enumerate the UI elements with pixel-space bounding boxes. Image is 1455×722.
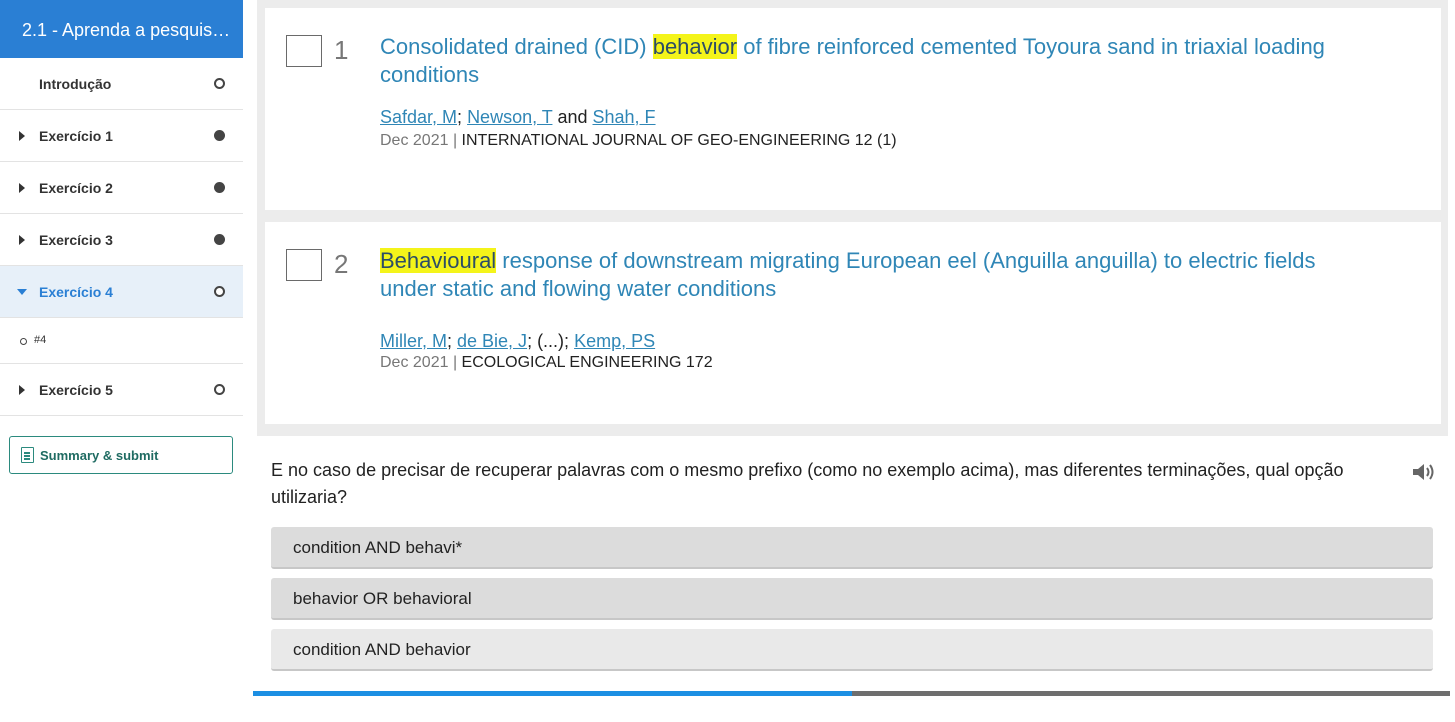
result-title: Behavioural response of downstream migra… <box>380 247 1340 303</box>
sidebar-item-exercicio-1[interactable]: Exercício 1 <box>0 110 243 162</box>
highlighted-term: behavior <box>652 34 738 59</box>
caret-right-icon <box>19 183 25 193</box>
caret-down-icon <box>17 289 27 295</box>
summary-submit-label: Summary & submit <box>40 448 159 463</box>
sidebar-item-label: Exercício 4 <box>39 284 113 300</box>
sidebar-subitem-label: #4 <box>34 334 47 346</box>
result-card: 2 Behavioural response of downstream mig… <box>265 222 1441 424</box>
answer-option-1[interactable]: condition AND behavi* <box>271 527 1433 569</box>
author-link: Shah, F <box>592 107 656 127</box>
document-icon <box>21 447 34 463</box>
status-filled-icon <box>214 182 225 193</box>
result-number: 1 <box>334 35 349 65</box>
result-source: Dec 2021 | INTERNATIONAL JOURNAL OF GEO-… <box>380 132 897 149</box>
result-authors: Miller, M; de Bie, J; (...); Kemp, PS <box>380 331 655 352</box>
result-card: 1 Consolidated drained (CID) behavior of… <box>265 8 1441 210</box>
title-text: Consolidated drained (CID) <box>380 34 653 59</box>
title-text: response of downstream migrating Europea… <box>380 248 1316 301</box>
status-empty-icon <box>214 286 225 297</box>
author-link: Safdar, M <box>380 107 458 127</box>
result-title: Consolidated drained (CID) behavior of f… <box>380 33 1340 89</box>
author-separator: and <box>552 107 593 127</box>
question-text: E no caso de precisar de recuperar palav… <box>271 460 1344 507</box>
answer-option-3[interactable]: condition AND behavior <box>271 629 1433 671</box>
author-separator: ; <box>457 107 468 127</box>
sidebar-item-label: Exercício 1 <box>39 128 113 144</box>
author-link: de Bie, J <box>457 331 528 351</box>
result-number: 2 <box>334 249 349 279</box>
result-checkbox <box>286 35 322 67</box>
sidebar-item-label: Exercício 5 <box>39 382 113 398</box>
sidebar-title: 2.1 - Aprenda a pesquis… <box>0 0 243 58</box>
status-filled-icon <box>214 130 225 141</box>
result-checkbox <box>286 249 322 281</box>
status-filled-icon <box>214 234 225 245</box>
result-journal: ECOLOGICAL ENGINEERING 172 <box>461 354 713 371</box>
sidebar-item-exercicio-5[interactable]: Exercício 5 <box>0 364 243 416</box>
result-date: Dec 2021 <box>380 132 449 149</box>
progress-fill <box>253 691 852 696</box>
caret-right-icon <box>19 131 25 141</box>
result-journal: INTERNATIONAL JOURNAL OF GEO-ENGINEERING… <box>461 132 897 149</box>
sidebar-item-label: Introdução <box>39 76 112 92</box>
author-link: Miller, M <box>380 331 447 351</box>
main-content: 1 Consolidated drained (CID) behavior of… <box>243 0 1455 722</box>
sidebar-subitem-4[interactable]: #4 <box>0 318 243 364</box>
sidebar-item-label: Exercício 3 <box>39 232 113 248</box>
sidebar-item-exercicio-2[interactable]: Exercício 2 <box>0 162 243 214</box>
status-empty-icon <box>214 78 225 89</box>
sidebar-item-exercicio-3[interactable]: Exercício 3 <box>0 214 243 266</box>
caret-right-icon <box>19 385 25 395</box>
bullet-icon <box>20 338 27 345</box>
result-source: Dec 2021 | ECOLOGICAL ENGINEERING 172 <box>380 354 713 371</box>
speaker-icon[interactable] <box>1411 461 1437 483</box>
sidebar-item-introducao[interactable]: Introdução <box>0 58 243 110</box>
author-link: Newson, T <box>467 107 553 127</box>
answer-option-2[interactable]: behavior OR behavioral <box>271 578 1433 620</box>
result-date: Dec 2021 <box>380 354 449 371</box>
caret-right-icon <box>19 235 25 245</box>
status-empty-icon <box>214 384 225 395</box>
result-authors: Safdar, M; Newson, T and Shah, F <box>380 107 656 128</box>
progress-bar <box>253 691 1450 696</box>
summary-submit-button[interactable]: Summary & submit <box>9 436 233 474</box>
sidebar: 2.1 - Aprenda a pesquis… Introdução Exer… <box>0 0 243 722</box>
search-results-image: 1 Consolidated drained (CID) behavior of… <box>257 0 1448 436</box>
sidebar-item-label: Exercício 2 <box>39 180 113 196</box>
sidebar-item-exercicio-4[interactable]: Exercício 4 <box>0 266 243 318</box>
author-separator: ; <box>447 331 458 351</box>
author-separator: ; (...); <box>527 331 575 351</box>
author-link: Kemp, PS <box>574 331 656 351</box>
highlighted-term: Behavioural <box>380 248 497 273</box>
app: 2.1 - Aprenda a pesquis… Introdução Exer… <box>0 0 1455 722</box>
